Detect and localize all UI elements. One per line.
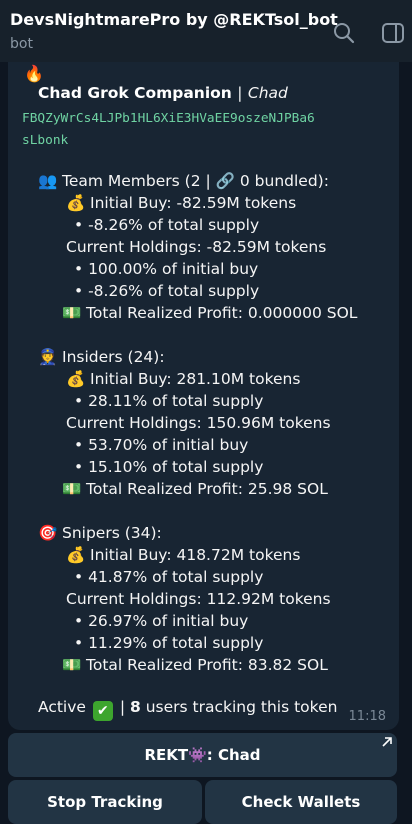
team-holdings: Current Holdings: -82.59M tokens [66,238,327,256]
insiders-hold-pct-supply: • 15.10% of total supply [74,458,264,476]
team-hold-pct-buy: • 100.00% of initial buy [74,260,259,278]
chat-header: DevsNightmarePro by @REKTsol_bot bot [0,0,412,62]
token-address[interactable]: FBQZyWrCs4LJPb1HL6XiE3HVaEE9oszeNJPBa6 s… [22,108,394,152]
insiders-hold-pct-buy: • 53.70% of initial buy [74,436,249,454]
team-heading: 👥 Team Members (2 | 🔗 0 bundled): [38,172,329,190]
snipers-hold-pct-buy: • 26.97% of initial buy [74,612,249,630]
detective-icon: 👮 [38,348,58,366]
side-panel-icon[interactable] [380,20,406,46]
insiders-initial-pct: • 28.11% of total supply [74,392,264,410]
message-bubble: 🔥 Chad Grok Companion | Chad FBQZyWrCs4L… [8,62,399,730]
insiders-heading: 👮 Insiders (24): [38,348,165,366]
target-icon: 🎯 [38,524,58,542]
insiders-profit: 💵 Total Realized Profit: 25.98 SOL [62,480,328,498]
external-link-icon [382,737,392,747]
rekt-chad-label: REKT👾: Chad [144,746,261,764]
search-icon[interactable] [331,20,357,46]
tracking-count: 8 [130,698,141,716]
insiders-holdings: Current Holdings: 150.96M tokens [66,414,331,432]
team-hold-pct-supply: • -8.26% of total supply [74,282,260,300]
tracking-text: users tracking this token [145,698,338,716]
snipers-hold-pct-supply: • 11.29% of total supply [74,634,264,652]
money-bag-icon: 💰 [66,194,86,212]
stop-tracking-button[interactable]: Stop Tracking [8,780,202,824]
cash-icon: 💵 [62,304,82,322]
rekt-chad-button[interactable]: REKT👾: Chad [8,733,397,777]
fire-icon: 🔥 [24,64,44,83]
snipers-profit: 💵 Total Realized Profit: 83.82 SOL [62,656,328,674]
companion-name: Chad Grok Companion [38,84,232,102]
snipers-initial-pct: • 41.87% of total supply [74,568,264,586]
money-bag-icon: 💰 [66,546,86,564]
insiders-initial-buy: 💰 Initial Buy: 281.10M tokens [66,370,301,388]
people-icon: 👥 [38,172,58,190]
team-profit: 💵 Total Realized Profit: 0.000000 SOL [62,304,358,322]
token-address-line1: FBQZyWrCs4LJPb1HL6XiE3HVaEE9oszeNJPBa6 [22,111,315,126]
snipers-heading: 🎯 Snipers (34): [38,524,162,542]
cash-icon: 💵 [62,656,82,674]
money-bag-icon: 💰 [66,370,86,388]
chat-title[interactable]: DevsNightmarePro by @REKTsol_bot [10,10,338,29]
snipers-holdings: Current Holdings: 112.92M tokens [66,590,331,608]
message-time: 11:18 [348,709,386,724]
active-label: Active [38,698,86,716]
check-wallets-button[interactable]: Check Wallets [205,780,397,824]
token-address-line2: sLbonk [22,133,69,148]
snipers-initial-buy: 💰 Initial Buy: 418.72M tokens [66,546,301,564]
tracking-status: Active ✔ | 8 users tracking this token [38,698,337,721]
check-mark-icon: ✔ [92,701,113,721]
chat-subtitle: bot [10,36,33,52]
team-initial-pct: • -8.26% of total supply [74,216,260,234]
companion-separator: | [237,84,243,102]
companion-line: Chad Grok Companion | Chad [38,84,288,102]
companion-alias: Chad [247,84,288,102]
cash-icon: 💵 [62,480,82,498]
team-initial-buy: 💰 Initial Buy: -82.59M tokens [66,194,297,212]
footer-separator: | [119,698,126,716]
